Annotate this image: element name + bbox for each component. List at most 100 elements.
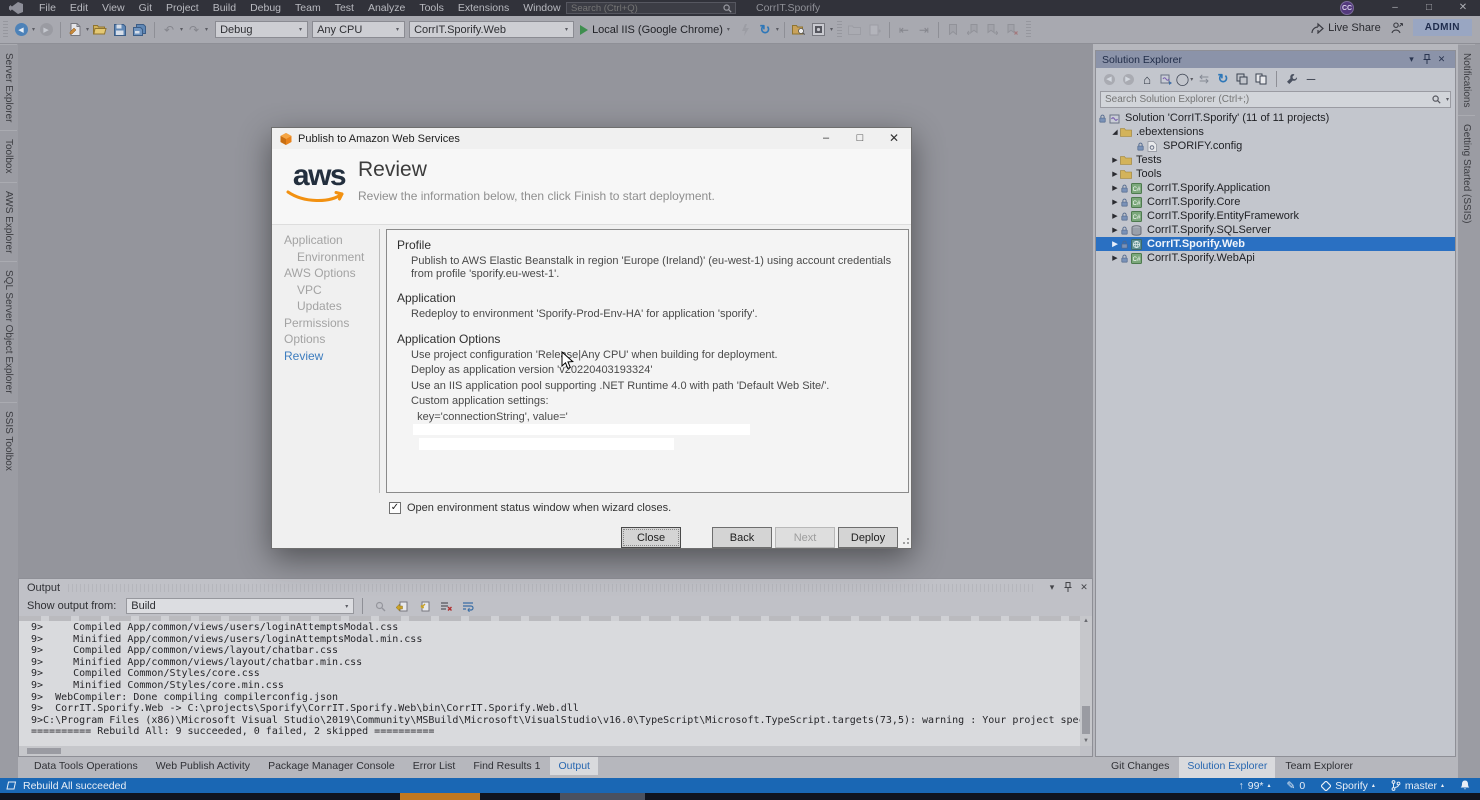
toggle-bookmark-button[interactable] — [944, 21, 962, 39]
feedback-person-icon[interactable] — [1391, 22, 1403, 34]
start-debugging-button[interactable]: Local IIS (Google Chrome) ▾ — [580, 24, 731, 36]
notifications-bell-button[interactable] — [1460, 780, 1470, 791]
refresh-caret-icon[interactable]: ▾ — [776, 26, 779, 33]
left-tab-ssis-toolbox[interactable]: SSIS Toolbox — [0, 402, 17, 479]
attach-to-process-button[interactable] — [736, 21, 754, 39]
menu-item-debug[interactable]: Debug — [243, 0, 288, 16]
menu-item-test[interactable]: Test — [328, 0, 361, 16]
tree-expander-icon[interactable]: ▶ — [1110, 170, 1120, 178]
panel-close-icon[interactable]: ✕ — [1076, 582, 1092, 593]
panel-close-icon[interactable]: ✕ — [1434, 54, 1449, 65]
solution-platform-dropdown[interactable]: Any CPU▾ — [312, 21, 405, 38]
iis-settings-caret-icon[interactable]: ▾ — [830, 26, 833, 33]
dialog-resize-grip[interactable] — [901, 538, 909, 546]
se-properties-wrench-button[interactable] — [1284, 71, 1300, 87]
redo-button[interactable]: ↷ — [185, 21, 203, 39]
menu-item-file[interactable]: File — [32, 0, 63, 16]
panel-options-caret-icon[interactable]: ▾ — [1044, 582, 1060, 593]
output-log[interactable]: 9> Compiled App/common/views/users/login… — [19, 616, 1080, 746]
scrollbar-thumb[interactable] — [27, 748, 61, 754]
menu-item-edit[interactable]: Edit — [63, 0, 95, 16]
menu-item-window[interactable]: Window — [516, 0, 567, 16]
navigate-back-button[interactable]: ◀ — [12, 21, 30, 39]
wizard-step-updates[interactable]: Updates — [284, 298, 376, 315]
increase-indent-button[interactable]: ⇥ — [915, 21, 933, 39]
bottom-tab-web-publish-activity[interactable]: Web Publish Activity — [148, 757, 258, 775]
left-tab-toolbox[interactable]: Toolbox — [0, 130, 17, 181]
se-pending-changes-filter-button[interactable]: ◯▾ — [1177, 71, 1193, 87]
menu-item-extensions[interactable]: Extensions — [451, 0, 516, 16]
bottom-tab-error-list[interactable]: Error List — [405, 757, 464, 775]
goto-next-message-icon[interactable] — [415, 598, 433, 614]
bottom-tab-output[interactable]: Output — [550, 757, 598, 775]
menu-item-view[interactable]: View — [95, 0, 132, 16]
tree-expander-icon[interactable]: ▶ — [1110, 184, 1120, 192]
left-tab-server-explorer[interactable]: Server Explorer — [0, 44, 17, 130]
window-maximize-button[interactable]: □ — [1412, 0, 1446, 16]
undo-button[interactable]: ↶ — [160, 21, 178, 39]
dialog-minimize-button[interactable]: – — [809, 128, 843, 149]
panel-pin-icon[interactable] — [1419, 54, 1434, 66]
panel-drag-texture[interactable] — [68, 584, 1036, 592]
panel-tab-solution-explorer[interactable]: Solution Explorer — [1179, 757, 1275, 778]
branch-button[interactable]: master ▴ — [1391, 780, 1444, 792]
tree-item-sporify-config[interactable]: SPORIFY.config — [1096, 139, 1455, 153]
repository-button[interactable]: Sporify ▴ — [1321, 780, 1375, 792]
se-refresh-button[interactable]: ↻ — [1215, 71, 1231, 87]
undo-caret-icon[interactable]: ▾ — [180, 26, 183, 33]
tree-item-corrit-sporify-application[interactable]: ▶C#CorrIT.Sporify.Application — [1096, 181, 1455, 195]
right-tab-notifications[interactable]: Notifications — [1458, 44, 1475, 115]
tree-item-corrit-sporify-sqlserver[interactable]: ▶CorrIT.Sporify.SQLServer — [1096, 223, 1455, 237]
tree-expander-icon[interactable]: ▶ — [1110, 240, 1120, 248]
toolbar-drag-handle[interactable] — [837, 21, 842, 39]
wizard-step-application[interactable]: Application — [284, 232, 376, 249]
solution-configuration-dropdown[interactable]: Debug▾ — [215, 21, 308, 38]
refresh-button[interactable]: ↻ — [756, 21, 774, 39]
se-forward-button[interactable]: ▶ — [1120, 71, 1136, 87]
bottom-tab-find-results-1[interactable]: Find Results 1 — [465, 757, 548, 775]
new-file-button[interactable] — [66, 21, 84, 39]
tree-item-solution-corrit-sporify-11-of-11-projects[interactable]: Solution 'CorrIT.Sporify' (11 of 11 proj… — [1096, 111, 1455, 125]
menu-item-team[interactable]: Team — [288, 0, 328, 16]
solution-explorer-search-input[interactable] — [1101, 94, 1432, 105]
tree-expander-icon[interactable]: ▶ — [1110, 198, 1120, 206]
toolbar-drag-handle[interactable] — [3, 21, 8, 39]
iis-express-settings-button[interactable] — [810, 21, 828, 39]
se-home-button[interactable]: ⌂ — [1139, 71, 1155, 87]
checkbox-icon[interactable]: ✓ — [389, 502, 401, 514]
wizard-step-environment[interactable]: Environment — [284, 249, 376, 266]
navigate-forward-button[interactable]: ▶ — [37, 21, 55, 39]
add-item-button[interactable] — [866, 21, 884, 39]
clear-all-output-icon[interactable] — [437, 598, 455, 614]
se-preview-selected-button[interactable]: ─ — [1303, 71, 1319, 87]
tree-item-tests[interactable]: ▶Tests — [1096, 153, 1455, 167]
quick-search-box[interactable] — [566, 2, 736, 14]
run-target-caret-icon[interactable]: ▾ — [727, 26, 730, 33]
back-button[interactable]: Back — [712, 527, 772, 548]
panel-tab-team-explorer[interactable]: Team Explorer — [1277, 757, 1361, 778]
se-nest-files-button[interactable] — [1234, 71, 1250, 87]
wizard-step-review[interactable]: Review — [284, 348, 376, 365]
tree-item-corrit-sporify-entityframework[interactable]: ▶C#CorrIT.Sporify.EntityFramework — [1096, 209, 1455, 223]
tree-item-tools[interactable]: ▶Tools — [1096, 167, 1455, 181]
save-all-button[interactable] — [131, 21, 149, 39]
deploy-button[interactable]: Deploy — [838, 527, 898, 548]
se-show-all-files-button[interactable] — [1253, 71, 1269, 87]
previous-bookmark-button[interactable] — [964, 21, 982, 39]
left-tab-aws-explorer[interactable]: AWS Explorer — [0, 182, 17, 261]
tree-item-corrit-sporify-web[interactable]: ▶CorrIT.Sporify.Web — [1096, 237, 1455, 251]
clear-bookmarks-button[interactable] — [1004, 21, 1022, 39]
menu-item-git[interactable]: Git — [132, 0, 159, 16]
toolbar-drag-handle[interactable] — [1026, 21, 1031, 39]
output-vertical-scrollbar[interactable]: ▲ ▼ — [1080, 616, 1092, 746]
window-close-button[interactable]: ✕ — [1446, 0, 1480, 16]
navigate-back-caret-icon[interactable]: ▾ — [32, 26, 35, 33]
dialog-close-button[interactable]: ✕ — [877, 128, 911, 149]
dialog-title-bar[interactable]: Publish to Amazon Web Services – □ ✕ — [272, 128, 911, 149]
solution-explorer-search-box[interactable]: ▾ — [1100, 91, 1451, 108]
pending-edits-button[interactable]: ✎ 0 — [1287, 780, 1306, 792]
right-tab-getting-started-ssis[interactable]: Getting Started (SSIS) — [1458, 115, 1475, 232]
tree-expander-icon[interactable]: ◢ — [1110, 128, 1120, 136]
left-tab-sql-server-object-explorer[interactable]: SQL Server Object Explorer — [0, 261, 17, 402]
tree-expander-icon[interactable]: ▶ — [1110, 254, 1120, 262]
